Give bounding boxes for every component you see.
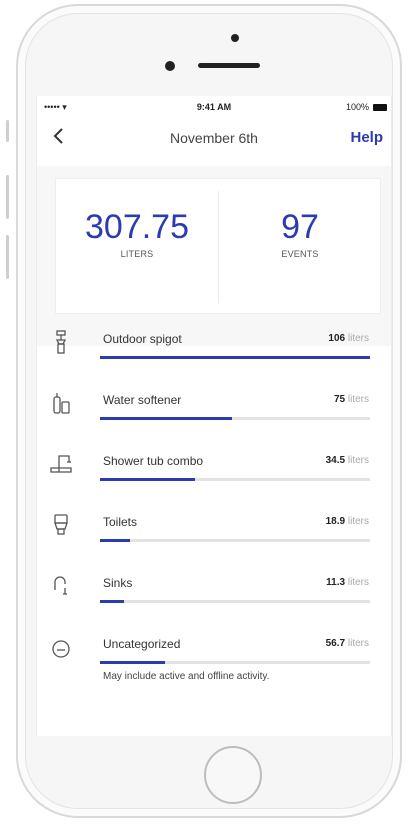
events-stat: 97 EVENTS <box>219 207 381 259</box>
item-amount: 11.3 liters <box>326 577 369 588</box>
list-item-sinks[interactable]: Sinks 11.3 liters <box>37 572 391 632</box>
events-label: EVENTS <box>281 249 319 259</box>
water-softener-icon <box>53 393 70 414</box>
liters-stat: 307.75 LITERS <box>56 207 218 259</box>
usage-bar <box>100 661 370 664</box>
item-name: Water softener <box>103 393 182 407</box>
mute-switch <box>6 120 9 142</box>
item-amount: 18.9 liters <box>325 516 369 527</box>
item-name: Sinks <box>103 576 133 590</box>
item-name: Toilets <box>103 515 138 529</box>
earpiece-speaker <box>198 63 260 68</box>
list-item-uncategorized[interactable]: Uncategorized 56.7 liters May include ac… <box>37 633 391 693</box>
toilet-icon <box>54 514 68 535</box>
list-item-water-softener[interactable]: Water softener 75 liters <box>37 389 391 449</box>
usage-bar-fill <box>100 417 233 420</box>
summary-card: 307.75 LITERS 97 EVENTS <box>55 178 381 314</box>
nav-bar: November 6th Help <box>37 122 391 156</box>
usage-bar <box>100 417 370 420</box>
item-amount: 106 liters <box>328 333 369 344</box>
volume-up-button <box>6 175 9 219</box>
status-bar: ••••• ▾ 9:41 AM 100% <box>37 100 391 116</box>
usage-bar-fill <box>100 600 125 603</box>
front-camera <box>165 61 175 71</box>
list-item-outdoor-spigot[interactable]: Outdoor spigot 106 liters <box>37 328 391 388</box>
item-name: Outdoor spigot <box>103 332 182 346</box>
item-amount: 56.7 liters <box>325 638 369 649</box>
liters-value: 307.75 <box>85 208 189 246</box>
volume-down-button <box>6 235 9 279</box>
item-amount: 75 liters <box>333 394 369 405</box>
item-name: Uncategorized <box>103 637 181 651</box>
app-screen: ••••• ▾ 9:41 AM 100% November 6th Help 3… <box>36 96 392 736</box>
events-value: 97 <box>281 208 319 246</box>
home-button[interactable] <box>204 746 262 804</box>
usage-bar-fill <box>100 661 165 664</box>
sink-faucet-icon <box>54 576 67 595</box>
usage-bar-fill <box>100 356 370 359</box>
help-link[interactable]: Help <box>350 129 383 146</box>
page-title: November 6th <box>170 130 258 146</box>
list-item-toilets[interactable]: Toilets 18.9 liters <box>37 511 391 571</box>
usage-bar <box>100 539 370 542</box>
item-note: May include active and offline activity. <box>103 671 270 682</box>
liters-label: LITERS <box>120 249 154 259</box>
droplet-icon <box>52 640 70 658</box>
spigot-icon <box>55 330 67 354</box>
usage-bar-fill <box>100 539 130 542</box>
item-name: Shower tub combo <box>103 454 204 468</box>
usage-bar <box>100 600 370 603</box>
usage-bar <box>100 356 370 359</box>
battery-icon <box>373 104 387 111</box>
front-sensor <box>231 34 239 42</box>
usage-bar-fill <box>100 478 195 481</box>
item-amount: 34.5 liters <box>325 455 369 466</box>
status-time: 9:41 AM <box>196 102 232 112</box>
list-item-shower-tub-combo[interactable]: Shower tub combo 34.5 liters <box>37 450 391 510</box>
usage-bar <box>100 478 370 481</box>
shower-tub-icon <box>50 455 72 473</box>
battery-percent: 100% <box>345 102 369 112</box>
